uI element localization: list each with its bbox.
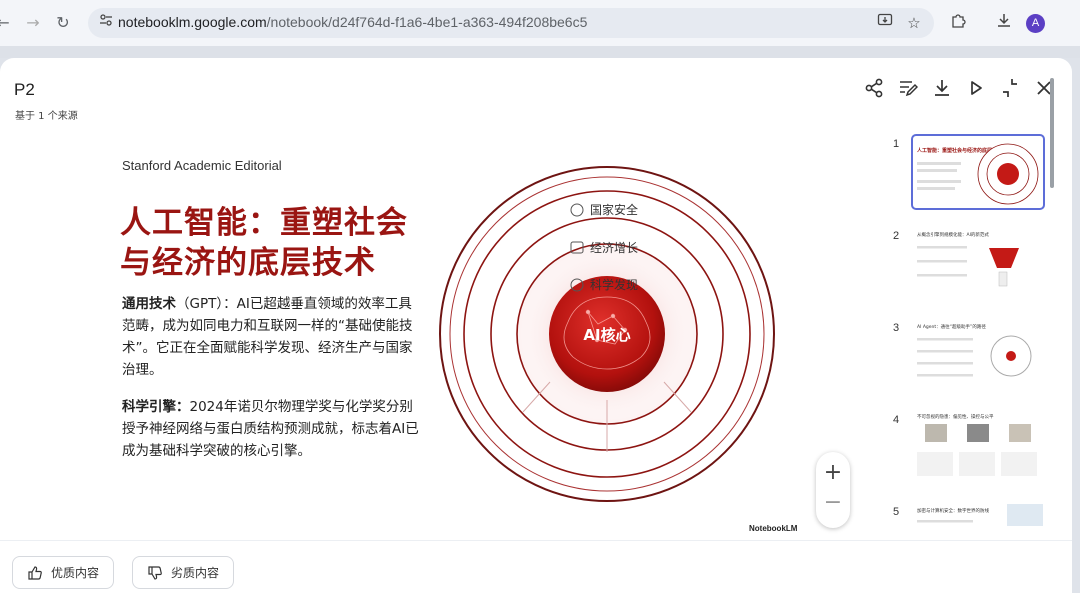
slide-thumbnail-4[interactable]: 不可忽视的隐患：偏见性、操控与公平 bbox=[911, 410, 1045, 486]
good-content-button[interactable]: 优质内容 bbox=[12, 556, 115, 589]
good-content-label: 优质内容 bbox=[51, 566, 100, 580]
thumbnails-scrollbar[interactable] bbox=[1050, 78, 1054, 188]
slide-canvas: Stanford Academic Editorial 人工智能：重塑社会 与经… bbox=[0, 128, 876, 543]
profile-avatar[interactable]: A bbox=[1026, 14, 1045, 33]
url-text: notebooklm.google.com/notebook/d24f764d-… bbox=[118, 14, 588, 30]
address-bar[interactable]: notebooklm.google.com/notebook/d24f764d-… bbox=[88, 8, 934, 38]
zoom-controls: + − bbox=[816, 452, 850, 528]
thumb-number: 3 bbox=[893, 322, 900, 334]
thumb-number: 1 bbox=[893, 138, 900, 150]
install-app-icon[interactable] bbox=[874, 12, 896, 34]
bad-content-label: 劣质内容 bbox=[171, 566, 220, 580]
thumb-number: 5 bbox=[893, 506, 900, 518]
thumb-2-title: 从概念引擎到规模化能：AI的新范式 bbox=[917, 231, 989, 238]
feedback-bar: 优质内容 劣质内容 bbox=[0, 540, 1072, 593]
headline-line-2: 与经济的底层技术 bbox=[120, 245, 376, 281]
thumb-3-title: AI Agent：通往“超级助手”的路径 bbox=[917, 323, 986, 330]
browser-toolbar: ← → ↻ notebooklm.google.com/notebook/d24… bbox=[0, 0, 1080, 46]
paragraph-science: 科学引擎：2024年诺贝尔物理学奖与化学奖分别授予神经网络与蛋白质结构预测成就，… bbox=[122, 396, 422, 462]
paragraph-science-label: 科学引擎： bbox=[122, 399, 190, 415]
slide-thumbnail-3[interactable]: AI Agent：通往“超级助手”的路径 bbox=[911, 318, 1045, 394]
slide-thumbnail-1[interactable]: 人工智能：重塑社会与经济的底层技术 bbox=[911, 134, 1045, 210]
collapse-icon[interactable] bbox=[1000, 76, 1020, 100]
thumb-number: 4 bbox=[893, 414, 900, 426]
reload-icon[interactable]: ↻ bbox=[52, 12, 74, 34]
bad-content-button[interactable]: 劣质内容 bbox=[132, 556, 235, 589]
slide-headline: 人工智能：重塑社会 与经济的底层技术 bbox=[120, 203, 408, 283]
thumbs-up-icon bbox=[28, 565, 42, 580]
back-icon[interactable]: ← bbox=[0, 12, 14, 34]
dialog-title: P2 bbox=[14, 80, 35, 99]
label-security-text: 国家安全 bbox=[590, 202, 638, 217]
paragraph-gpt: 通用技术（GPT）：AI已超越垂直领域的效率工具范畴，成为如同电力和互联网一样的… bbox=[122, 293, 422, 381]
extensions-icon[interactable] bbox=[947, 12, 969, 34]
thumb-number: 2 bbox=[893, 230, 900, 242]
download-icon[interactable] bbox=[932, 76, 952, 100]
ai-core-label: AI核心 bbox=[583, 326, 630, 344]
slide-thumbnail-2[interactable]: 从概念引擎到规模化能：AI的新范式 bbox=[911, 226, 1045, 302]
thumbs-down-icon bbox=[148, 565, 162, 580]
page-backdrop bbox=[0, 46, 1080, 58]
edit-icon[interactable] bbox=[898, 76, 919, 100]
slide-viewer-dialog: P2 基于 1 个来源 Stanford Academic Editorial … bbox=[0, 58, 1072, 593]
dialog-subtitle: 基于 1 个来源 bbox=[15, 111, 78, 122]
forward-icon[interactable]: → bbox=[22, 12, 44, 34]
zoom-in-button[interactable]: + bbox=[816, 460, 850, 485]
thumb-4-title: 不可忽视的隐患：偏见性、操控与公平 bbox=[917, 413, 994, 420]
slide-thumbnails: 1 人工智能：重塑社会与经济的底层技术 2 从概念引擎到规模化能：AI的新范式 … bbox=[885, 130, 1057, 550]
slide-brand: Stanford Academic Editorial bbox=[122, 158, 282, 173]
zoom-out-button[interactable]: − bbox=[816, 490, 850, 515]
downloads-icon[interactable] bbox=[993, 12, 1015, 34]
bookmark-star-icon[interactable]: ☆ bbox=[903, 12, 925, 34]
dialog-actions bbox=[864, 76, 1054, 100]
notebooklm-logo: NotebookLM bbox=[749, 524, 798, 533]
paragraph-gpt-label: 通用技术 bbox=[122, 296, 176, 312]
label-economy-text: 经济增长 bbox=[590, 240, 638, 255]
thumb-5-title: 加密与计算机安全：数字世界的防线 bbox=[917, 507, 989, 514]
label-science-text: 科学发现 bbox=[590, 277, 638, 292]
ai-core-diagram: AI核心 国家安全 经济增长 科学发现 bbox=[439, 166, 775, 502]
headline-line-1: 人工智能：重塑社会 bbox=[120, 205, 408, 241]
share-icon[interactable] bbox=[864, 76, 884, 100]
site-info-icon[interactable] bbox=[96, 13, 116, 33]
play-icon[interactable] bbox=[966, 76, 986, 100]
